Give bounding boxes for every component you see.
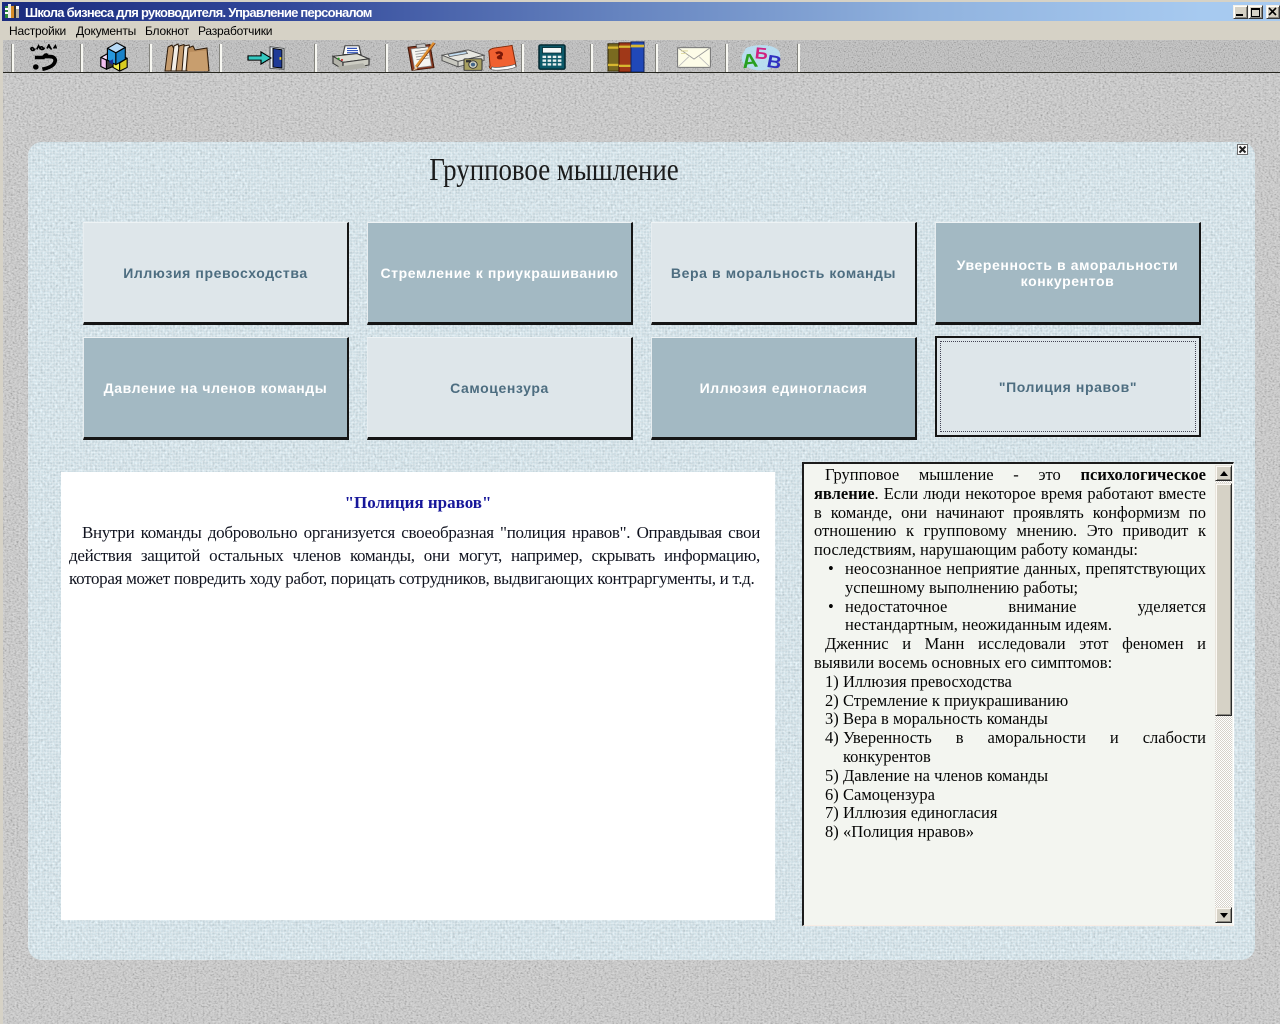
svg-text:В: В bbox=[765, 52, 783, 73]
